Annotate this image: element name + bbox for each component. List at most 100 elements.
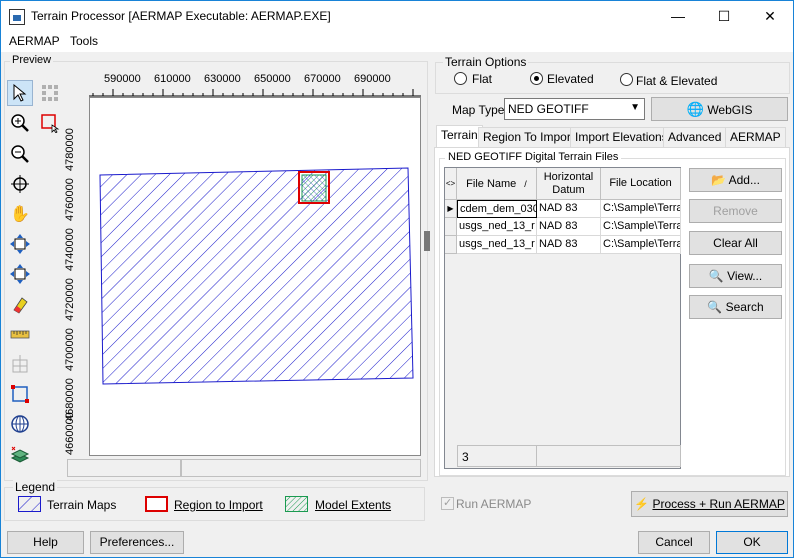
view-button[interactable]: 🔍 View...: [689, 264, 782, 288]
y-tick: 4720000: [64, 278, 76, 321]
preferences-button[interactable]: Preferences...: [90, 531, 184, 554]
terrain-map-extent: [99, 167, 414, 385]
y-tick: 4760000: [64, 178, 76, 221]
region-swatch: [145, 496, 168, 512]
run-aermap-checkbox[interactable]: ✓: [441, 497, 454, 510]
radio-flat[interactable]: [454, 72, 467, 85]
status-cell-1: [67, 459, 181, 477]
row-selector[interactable]: [445, 236, 457, 254]
y-axis-ruler: 4780000 4760000 4740000 4720000 4700000 …: [63, 97, 89, 456]
menu-tools[interactable]: Tools: [70, 34, 98, 48]
move-icon[interactable]: [7, 231, 33, 257]
title-bar: Terrain Processor [AERMAP Executable: AE…: [1, 1, 793, 32]
webgis-label: WebGIS: [707, 103, 753, 117]
crosshair-icon[interactable]: [7, 171, 33, 197]
radio-elevated[interactable]: [530, 72, 543, 85]
region-select-icon[interactable]: [37, 110, 63, 136]
preview-label: Preview: [10, 54, 54, 66]
add-button[interactable]: 📂 Add...: [689, 168, 782, 192]
search-icon: 🔍: [707, 300, 723, 314]
help-button[interactable]: Help: [7, 531, 84, 554]
y-tick: 4700000: [64, 328, 76, 371]
tab-aermap[interactable]: AERMAP: [725, 127, 786, 147]
grid-corner[interactable]: <>: [445, 168, 457, 200]
table-cell[interactable]: usgs_ned_13_r: [457, 218, 537, 236]
main-window: Terrain Processor [AERMAP Executable: AE…: [0, 0, 794, 558]
pan-icon[interactable]: ✋: [7, 201, 33, 227]
menu-aermap[interactable]: AERMAP: [9, 34, 60, 48]
radio-flat-elevated-label: Flat & Elevated: [636, 74, 718, 88]
table-cell[interactable]: NAD 83: [537, 200, 601, 218]
legend-model-extents[interactable]: Model Extents: [315, 498, 391, 512]
folder-icon: 📂: [711, 173, 726, 187]
header-horizontal-datum[interactable]: Horizontal Datum: [537, 168, 601, 200]
zoom-in-icon[interactable]: [7, 110, 33, 136]
y-tick: 4660000: [64, 412, 76, 455]
process-run-button[interactable]: ⚡ Process + Run AERMAP: [631, 491, 788, 517]
x-tick: 670000: [304, 73, 341, 85]
lightning-icon: ⚡: [634, 497, 650, 511]
x-axis-ruler: 590000 610000 630000 650000 670000 69000…: [89, 71, 421, 97]
map-canvas[interactable]: [89, 97, 421, 456]
x-tick: 690000: [354, 73, 391, 85]
table-cell[interactable]: usgs_ned_13_r: [457, 236, 537, 254]
bounds-icon[interactable]: [7, 381, 33, 407]
file-count: 3: [462, 450, 469, 464]
maximize-button[interactable]: ☐: [701, 1, 747, 32]
model-extents-swatch: [285, 496, 308, 512]
tab-advanced[interactable]: Advanced: [663, 127, 727, 147]
map-type-value: NED GEOTIFF: [508, 102, 589, 116]
minimize-button[interactable]: —: [655, 1, 701, 32]
ok-button[interactable]: OK: [716, 531, 788, 554]
files-grid[interactable]: <> File Name / Horizontal Datum File Loc…: [444, 167, 681, 469]
run-aermap-label: Run AERMAP: [456, 497, 532, 511]
chevron-down-icon: ▼: [630, 102, 640, 113]
legend-region-to-import[interactable]: Region to Import: [174, 498, 263, 512]
close-button[interactable]: ✕: [747, 1, 793, 32]
header-file-name-label: File Name: [466, 177, 517, 190]
table-cell[interactable]: C:\Sample\Terra: [601, 218, 681, 236]
resize-icon[interactable]: [7, 261, 33, 287]
map-type-select[interactable]: NED GEOTIFF ▼: [504, 98, 645, 120]
select-grid-icon[interactable]: [37, 80, 63, 106]
ruler-icon[interactable]: [7, 321, 33, 347]
tab-import-elevations[interactable]: Import Elevations: [570, 127, 673, 147]
remove-button[interactable]: Remove: [689, 199, 782, 223]
table-cell[interactable]: NAD 83: [537, 218, 601, 236]
radio-flat-elevated[interactable]: [620, 73, 633, 86]
legend-label: Legend: [13, 480, 58, 494]
terrain-options-label: Terrain Options: [443, 55, 529, 69]
grid-footer: 3: [457, 445, 681, 467]
header-file-location[interactable]: File Location: [601, 168, 681, 200]
webgis-button[interactable]: 🌐 WebGIS: [651, 97, 788, 121]
view-icon: 🔍: [708, 269, 724, 283]
row-selector-icon[interactable]: ▶: [445, 200, 457, 218]
zoom-out-icon[interactable]: [7, 141, 33, 167]
header-file-name[interactable]: File Name /: [457, 168, 537, 200]
window-title: Terrain Processor [AERMAP Executable: AE…: [31, 9, 331, 23]
clear-all-button[interactable]: Clear All: [689, 231, 782, 255]
tab-terrain[interactable]: Terrain: [436, 125, 483, 148]
legend-terrain-maps: Terrain Maps: [47, 498, 117, 512]
layers-icon[interactable]: [7, 441, 33, 467]
splitter-handle[interactable]: [424, 231, 430, 251]
radio-elevated-label: Elevated: [547, 72, 594, 86]
status-cell-2: [181, 459, 421, 477]
x-tick: 590000: [104, 73, 141, 85]
x-tick: 610000: [154, 73, 191, 85]
cancel-button[interactable]: Cancel: [638, 531, 710, 554]
globe-icon[interactable]: [7, 411, 33, 437]
table-cell[interactable]: cdem_dem_030: [457, 200, 537, 218]
table-cell[interactable]: C:\Sample\Terra: [601, 236, 681, 254]
row-selector[interactable]: [445, 218, 457, 236]
view-label: View...: [727, 269, 763, 283]
search-label: Search: [725, 300, 764, 314]
globe-icon: 🌐: [686, 101, 704, 117]
table-cell[interactable]: NAD 83: [537, 236, 601, 254]
table-cell[interactable]: C:\Sample\Terra: [601, 200, 681, 218]
tab-region-to-import[interactable]: Region To Import: [478, 127, 580, 147]
pointer-icon[interactable]: [7, 80, 33, 106]
grid-disabled-icon[interactable]: [7, 351, 33, 377]
eraser-icon[interactable]: [7, 291, 33, 317]
search-button[interactable]: 🔍 Search: [689, 295, 782, 319]
